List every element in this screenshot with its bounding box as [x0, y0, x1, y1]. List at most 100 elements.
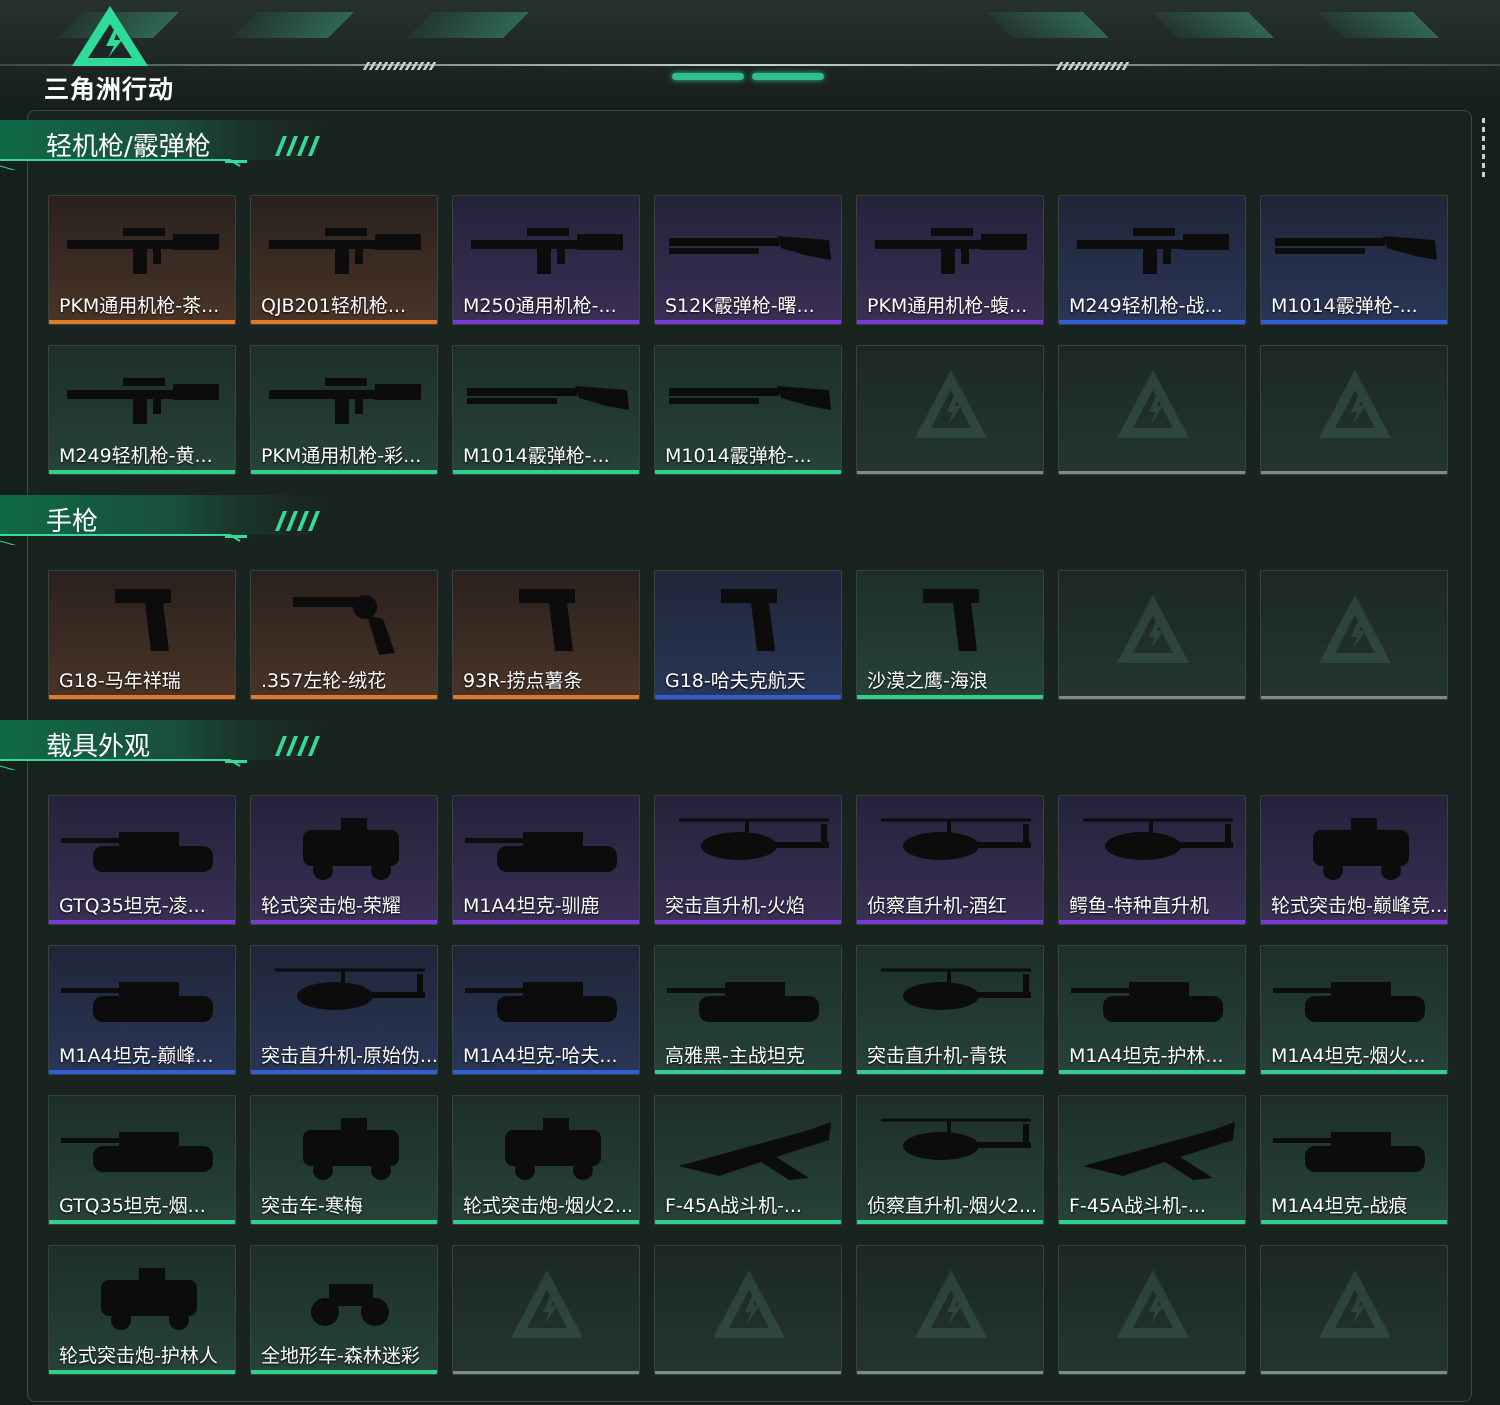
skin-card[interactable]: GTQ35坦克-凌... — [48, 795, 236, 925]
section-title: 手枪 — [46, 507, 99, 537]
rarity-bar — [857, 1070, 1043, 1074]
tank-icon — [1273, 1132, 1425, 1172]
rarity-bar — [1059, 320, 1245, 324]
skin-card[interactable]: G18-哈夫克航天 — [654, 570, 842, 700]
skin-card-label: M1A4坦克-烟火... — [1271, 1045, 1426, 1067]
rarity-bar — [655, 1371, 841, 1374]
rarity-bar — [49, 1070, 235, 1074]
rarity-bar — [1059, 1220, 1245, 1224]
skin-card-label: 轮式突击炮-烟火2... — [463, 1195, 634, 1217]
rarity-bar — [655, 1070, 841, 1074]
pistol-icon — [519, 589, 575, 651]
skin-card[interactable]: 轮式突击炮-烟火2... — [452, 1095, 640, 1225]
skin-card[interactable]: 轮式突击炮-巅峰竞... — [1260, 795, 1448, 925]
rarity-bar — [453, 1070, 639, 1074]
helicopter-icon — [275, 968, 425, 1010]
skin-card[interactable]: 突击直升机-原始伪... — [250, 945, 438, 1075]
tank-icon — [667, 982, 819, 1022]
tank-icon — [61, 832, 213, 872]
empty-slot — [1260, 570, 1448, 700]
skin-card[interactable]: 突击直升机-火焰 — [654, 795, 842, 925]
jet-icon — [679, 1122, 831, 1180]
skin-card-label: M250通用机枪-... — [463, 295, 617, 317]
skin-card[interactable]: M1A4坦克-战痕 — [1260, 1095, 1448, 1225]
rarity-bar — [1059, 471, 1245, 474]
empty-slot-icon — [713, 1270, 785, 1338]
skin-card-label: PKM通用机枪-蝮... — [867, 295, 1028, 317]
skin-card-label: 侦察直升机-酒红 — [867, 895, 1007, 917]
skin-card[interactable]: M1A4坦克-护林... — [1058, 945, 1246, 1075]
skin-card[interactable]: QJB201轻机枪... — [250, 195, 438, 325]
skin-card[interactable]: 沙漠之鹰-海浪 — [856, 570, 1044, 700]
revolver-icon — [293, 595, 395, 655]
skin-card[interactable]: M1A4坦克-哈夫... — [452, 945, 640, 1075]
skin-card[interactable]: 93R-捞点薯条 — [452, 570, 640, 700]
skin-card-label: M1A4坦克-护林... — [1069, 1045, 1224, 1067]
skin-card-label: M1014霰弹枪-... — [463, 445, 610, 467]
skin-card[interactable]: 高雅黑-主战坦克 — [654, 945, 842, 1075]
header-rail — [0, 64, 1500, 66]
section-title: 轻机枪/霰弹枪 — [46, 132, 211, 162]
skin-card[interactable]: 突击直升机-青铁 — [856, 945, 1044, 1075]
skin-card-label: G18-哈夫克航天 — [665, 670, 806, 692]
rarity-bar — [49, 920, 235, 924]
skin-card[interactable]: M1A4坦克-巅峰... — [48, 945, 236, 1075]
helicopter-icon — [679, 818, 829, 860]
machine-gun-icon — [269, 228, 421, 274]
logo-text: 三角洲行动 — [44, 75, 175, 104]
rarity-bar — [1059, 920, 1245, 924]
skin-card[interactable]: S12K霰弹枪-曙... — [654, 195, 842, 325]
skin-card[interactable]: PKM通用机枪-蝮... — [856, 195, 1044, 325]
rarity-bar — [857, 1220, 1043, 1224]
skin-card[interactable]: M1014霰弹枪-... — [452, 345, 640, 475]
machine-gun-icon — [875, 228, 1027, 274]
machine-gun-icon — [269, 378, 421, 424]
skin-card[interactable]: M1A4坦克-烟火... — [1260, 945, 1448, 1075]
header-stripe — [407, 12, 529, 38]
empty-slot — [452, 1245, 640, 1375]
tank-icon — [61, 1132, 213, 1172]
skin-card[interactable]: 轮式突击炮-荣耀 — [250, 795, 438, 925]
empty-slot-icon — [1319, 595, 1391, 663]
helicopter-icon — [881, 818, 1031, 860]
empty-slot-icon — [1117, 370, 1189, 438]
skin-card[interactable]: F-45A战斗机-... — [654, 1095, 842, 1225]
skin-card[interactable]: G18-马年祥瑞 — [48, 570, 236, 700]
machine-gun-icon — [67, 378, 219, 424]
skin-card[interactable]: 侦察直升机-酒红 — [856, 795, 1044, 925]
skin-card[interactable]: M250通用机枪-... — [452, 195, 640, 325]
skin-card[interactable]: M249轻机枪-黄... — [48, 345, 236, 475]
rarity-bar — [49, 470, 235, 474]
skin-card[interactable]: 鳄鱼-特种直升机 — [1058, 795, 1246, 925]
skin-card-label: PKM通用机枪-茶... — [59, 295, 220, 317]
skin-card[interactable]: M249轻机枪-战... — [1058, 195, 1246, 325]
skin-card[interactable]: GTQ35坦克-烟... — [48, 1095, 236, 1225]
scrollbar[interactable] — [1482, 118, 1485, 180]
armored-car-icon — [303, 818, 399, 880]
skin-card[interactable]: PKM通用机枪-茶... — [48, 195, 236, 325]
skin-card[interactable]: .357左轮-绒花 — [250, 570, 438, 700]
skin-card-label: S12K霰弹枪-曙... — [665, 295, 815, 317]
skin-card-label: 突击直升机-火焰 — [665, 895, 805, 917]
skin-card-label: F-45A战斗机-... — [665, 1195, 802, 1217]
skin-card-label: 突击直升机-青铁 — [867, 1045, 1007, 1067]
skin-card[interactable]: 全地形车-森林迷彩 — [250, 1245, 438, 1375]
skin-card[interactable]: M1014霰弹枪-... — [654, 345, 842, 475]
empty-slot-icon — [511, 1270, 583, 1338]
skin-card[interactable]: 侦察直升机-烟火2... — [856, 1095, 1044, 1225]
skin-card-label: 93R-捞点薯条 — [463, 670, 583, 692]
empty-slot-icon — [915, 370, 987, 438]
empty-slot-icon — [1117, 595, 1189, 663]
skin-card[interactable]: 轮式突击炮-护林人 — [48, 1245, 236, 1375]
skin-card[interactable]: M1014霰弹枪-... — [1260, 195, 1448, 325]
atv-icon — [311, 1284, 389, 1326]
skin-card[interactable]: M1A4坦克-驯鹿 — [452, 795, 640, 925]
rarity-bar — [1261, 696, 1447, 699]
tank-icon — [1273, 982, 1425, 1022]
rarity-bar — [857, 920, 1043, 924]
skin-card[interactable]: 突击车-寒梅 — [250, 1095, 438, 1225]
skin-card[interactable]: F-45A战斗机-... — [1058, 1095, 1246, 1225]
skin-card[interactable]: PKM通用机枪-彩... — [250, 345, 438, 475]
skin-card-label: 轮式突击炮-巅峰竞... — [1271, 895, 1448, 917]
machine-gun-icon — [67, 228, 219, 274]
